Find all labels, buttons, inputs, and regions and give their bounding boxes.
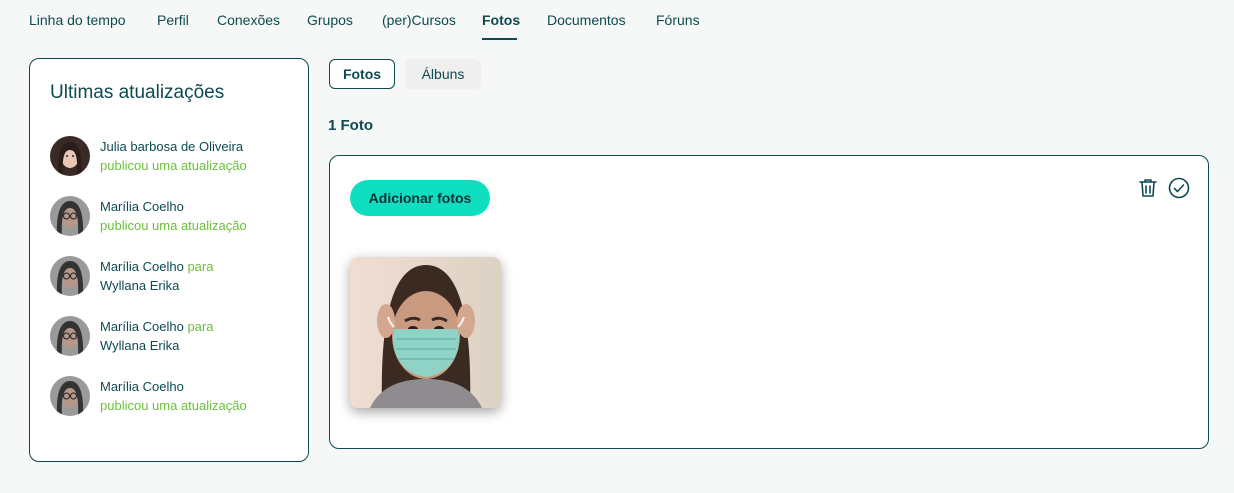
subtab-albums[interactable]: Álbuns [405, 59, 481, 89]
add-photos-button[interactable]: Adicionar fotos [350, 180, 490, 216]
tab-profile[interactable]: Perfil [157, 12, 189, 28]
feed-action: publicou uma atualização [100, 158, 247, 173]
feed-item[interactable]: Marília Coelho para Wyllana Erika [50, 256, 300, 298]
feed-item[interactable]: Marília Coelho para Wyllana Erika [50, 316, 300, 358]
tab-documents[interactable]: Documentos [547, 12, 626, 28]
tab-connections[interactable]: Conexões [217, 12, 280, 28]
photo-count: 1 Foto [328, 117, 373, 134]
tab-courses[interactable]: (per)Cursos [382, 12, 456, 28]
avatar[interactable] [50, 376, 90, 416]
feed-target[interactable]: Wyllana Erika [100, 336, 213, 355]
check-circle-icon[interactable] [1167, 176, 1191, 200]
avatar[interactable] [50, 136, 90, 176]
subtab-photos[interactable]: Fotos [329, 59, 395, 89]
feed-connector: para [187, 319, 214, 334]
feed-item[interactable]: Julia barbosa de Oliveira publicou uma a… [50, 136, 300, 178]
recent-updates-card: Ultimas atualizações Julia barbosa de Ol… [29, 58, 309, 462]
tab-forums[interactable]: Fóruns [656, 12, 700, 28]
recent-updates-title: Ultimas atualizações [50, 82, 225, 103]
feed-author[interactable]: Marília Coelho [100, 319, 184, 334]
profile-nav: Linha do tempo Perfil Conexões Grupos (p… [0, 0, 1234, 41]
feed-connector: para [187, 259, 214, 274]
feed-author[interactable]: Julia barbosa de Oliveira [100, 137, 247, 156]
avatar[interactable] [50, 196, 90, 236]
feed-item[interactable]: Marília Coelho publicou uma atualização [50, 376, 300, 418]
tab-groups[interactable]: Grupos [307, 12, 353, 28]
active-tab-indicator [482, 38, 517, 40]
tab-photos[interactable]: Fotos [482, 12, 520, 28]
tab-timeline[interactable]: Linha do tempo [29, 12, 126, 28]
photo-thumbnail[interactable] [350, 257, 501, 408]
feed-target[interactable]: Wyllana Erika [100, 276, 213, 295]
feed-action: publicou uma atualização [100, 398, 247, 413]
feed-author[interactable]: Marília Coelho [100, 377, 247, 396]
feed-action: publicou uma atualização [100, 218, 247, 233]
avatar[interactable] [50, 316, 90, 356]
feed-item[interactable]: Marília Coelho publicou uma atualização [50, 196, 300, 238]
feed-author[interactable]: Marília Coelho [100, 259, 184, 274]
trash-icon[interactable] [1136, 176, 1160, 200]
feed-author[interactable]: Marília Coelho [100, 197, 247, 216]
avatar[interactable] [50, 256, 90, 296]
photos-panel: Adicionar fotos [329, 155, 1209, 449]
